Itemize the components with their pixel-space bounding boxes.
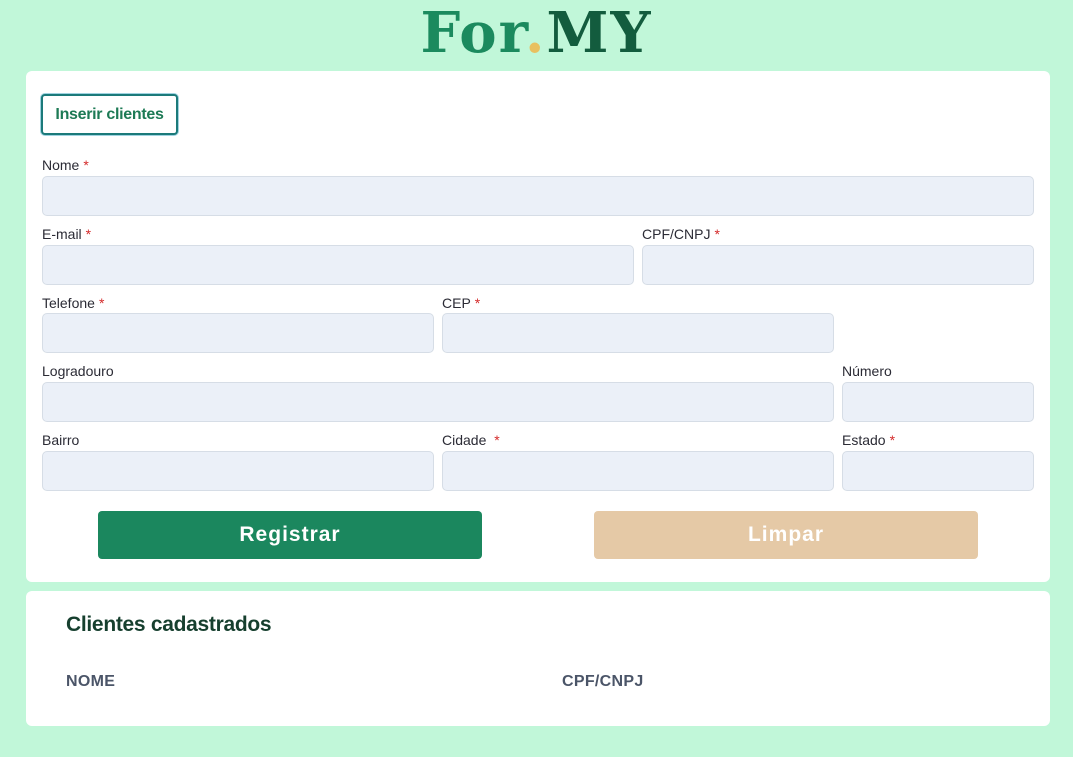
cep-label-text: CEP	[442, 295, 471, 311]
telefone-input[interactable]	[42, 313, 434, 353]
app-logo: For.MY	[0, 0, 1073, 66]
clients-list-card: Clientes cadastrados NOME CPF/CNPJ	[26, 591, 1050, 726]
logo-text-my: MY	[546, 0, 653, 66]
column-header-cpf-cnpj: CPF/CNPJ	[562, 673, 644, 690]
clients-list-title: Clientes cadastrados	[66, 613, 272, 636]
logradouro-label: Logradouro	[42, 363, 114, 379]
nome-input[interactable]	[42, 176, 1034, 216]
cep-label: CEP *	[442, 295, 480, 311]
estado-label-text: Estado	[842, 432, 886, 448]
bairro-input[interactable]	[42, 451, 434, 491]
nome-label-text: Nome	[42, 157, 80, 173]
email-label-text: E-mail	[42, 226, 82, 242]
bairro-label: Bairro	[42, 432, 79, 448]
numero-label: Número	[842, 363, 892, 379]
cidade-label-text: Cidade	[442, 432, 491, 448]
required-marker: *	[83, 157, 89, 173]
logo-dot: .	[524, 0, 547, 66]
cidade-input[interactable]	[442, 451, 834, 491]
bairro-label-text: Bairro	[42, 432, 80, 448]
register-button[interactable]: Registrar	[98, 511, 482, 559]
cpf-cnpj-label: CPF/CNPJ *	[642, 226, 720, 242]
email-input[interactable]	[42, 245, 634, 285]
logo-text-for: For	[420, 0, 525, 66]
estado-input[interactable]	[842, 451, 1034, 491]
column-header-nome: NOME	[66, 673, 116, 690]
required-marker: *	[474, 295, 481, 311]
numero-input[interactable]	[842, 382, 1034, 422]
clear-button[interactable]: Limpar	[594, 511, 978, 559]
email-label: E-mail *	[42, 226, 91, 242]
cpf-cnpj-input[interactable]	[642, 245, 1034, 285]
numero-label-text: Número	[842, 363, 892, 379]
logradouro-input[interactable]	[42, 382, 834, 422]
insert-clients-tab[interactable]: Inserir clientes	[41, 94, 178, 135]
required-marker: *	[98, 295, 105, 311]
telefone-label-text: Telefone	[42, 295, 95, 311]
nome-label: Nome *	[42, 157, 89, 173]
required-marker: *	[85, 226, 92, 242]
required-marker: *	[889, 432, 896, 448]
estado-label: Estado *	[842, 432, 895, 448]
cpf-cnpj-label-text: CPF/CNPJ	[642, 226, 711, 242]
telefone-label: Telefone *	[42, 295, 104, 311]
required-marker: *	[714, 226, 720, 242]
required-marker: *	[494, 432, 500, 448]
cep-input[interactable]	[442, 313, 834, 353]
logradouro-label-text: Logradouro	[42, 363, 114, 379]
client-form-card: Inserir clientes Nome * E-mail * CPF/CNPJ *…	[26, 71, 1050, 582]
cidade-label: Cidade *	[442, 432, 500, 448]
